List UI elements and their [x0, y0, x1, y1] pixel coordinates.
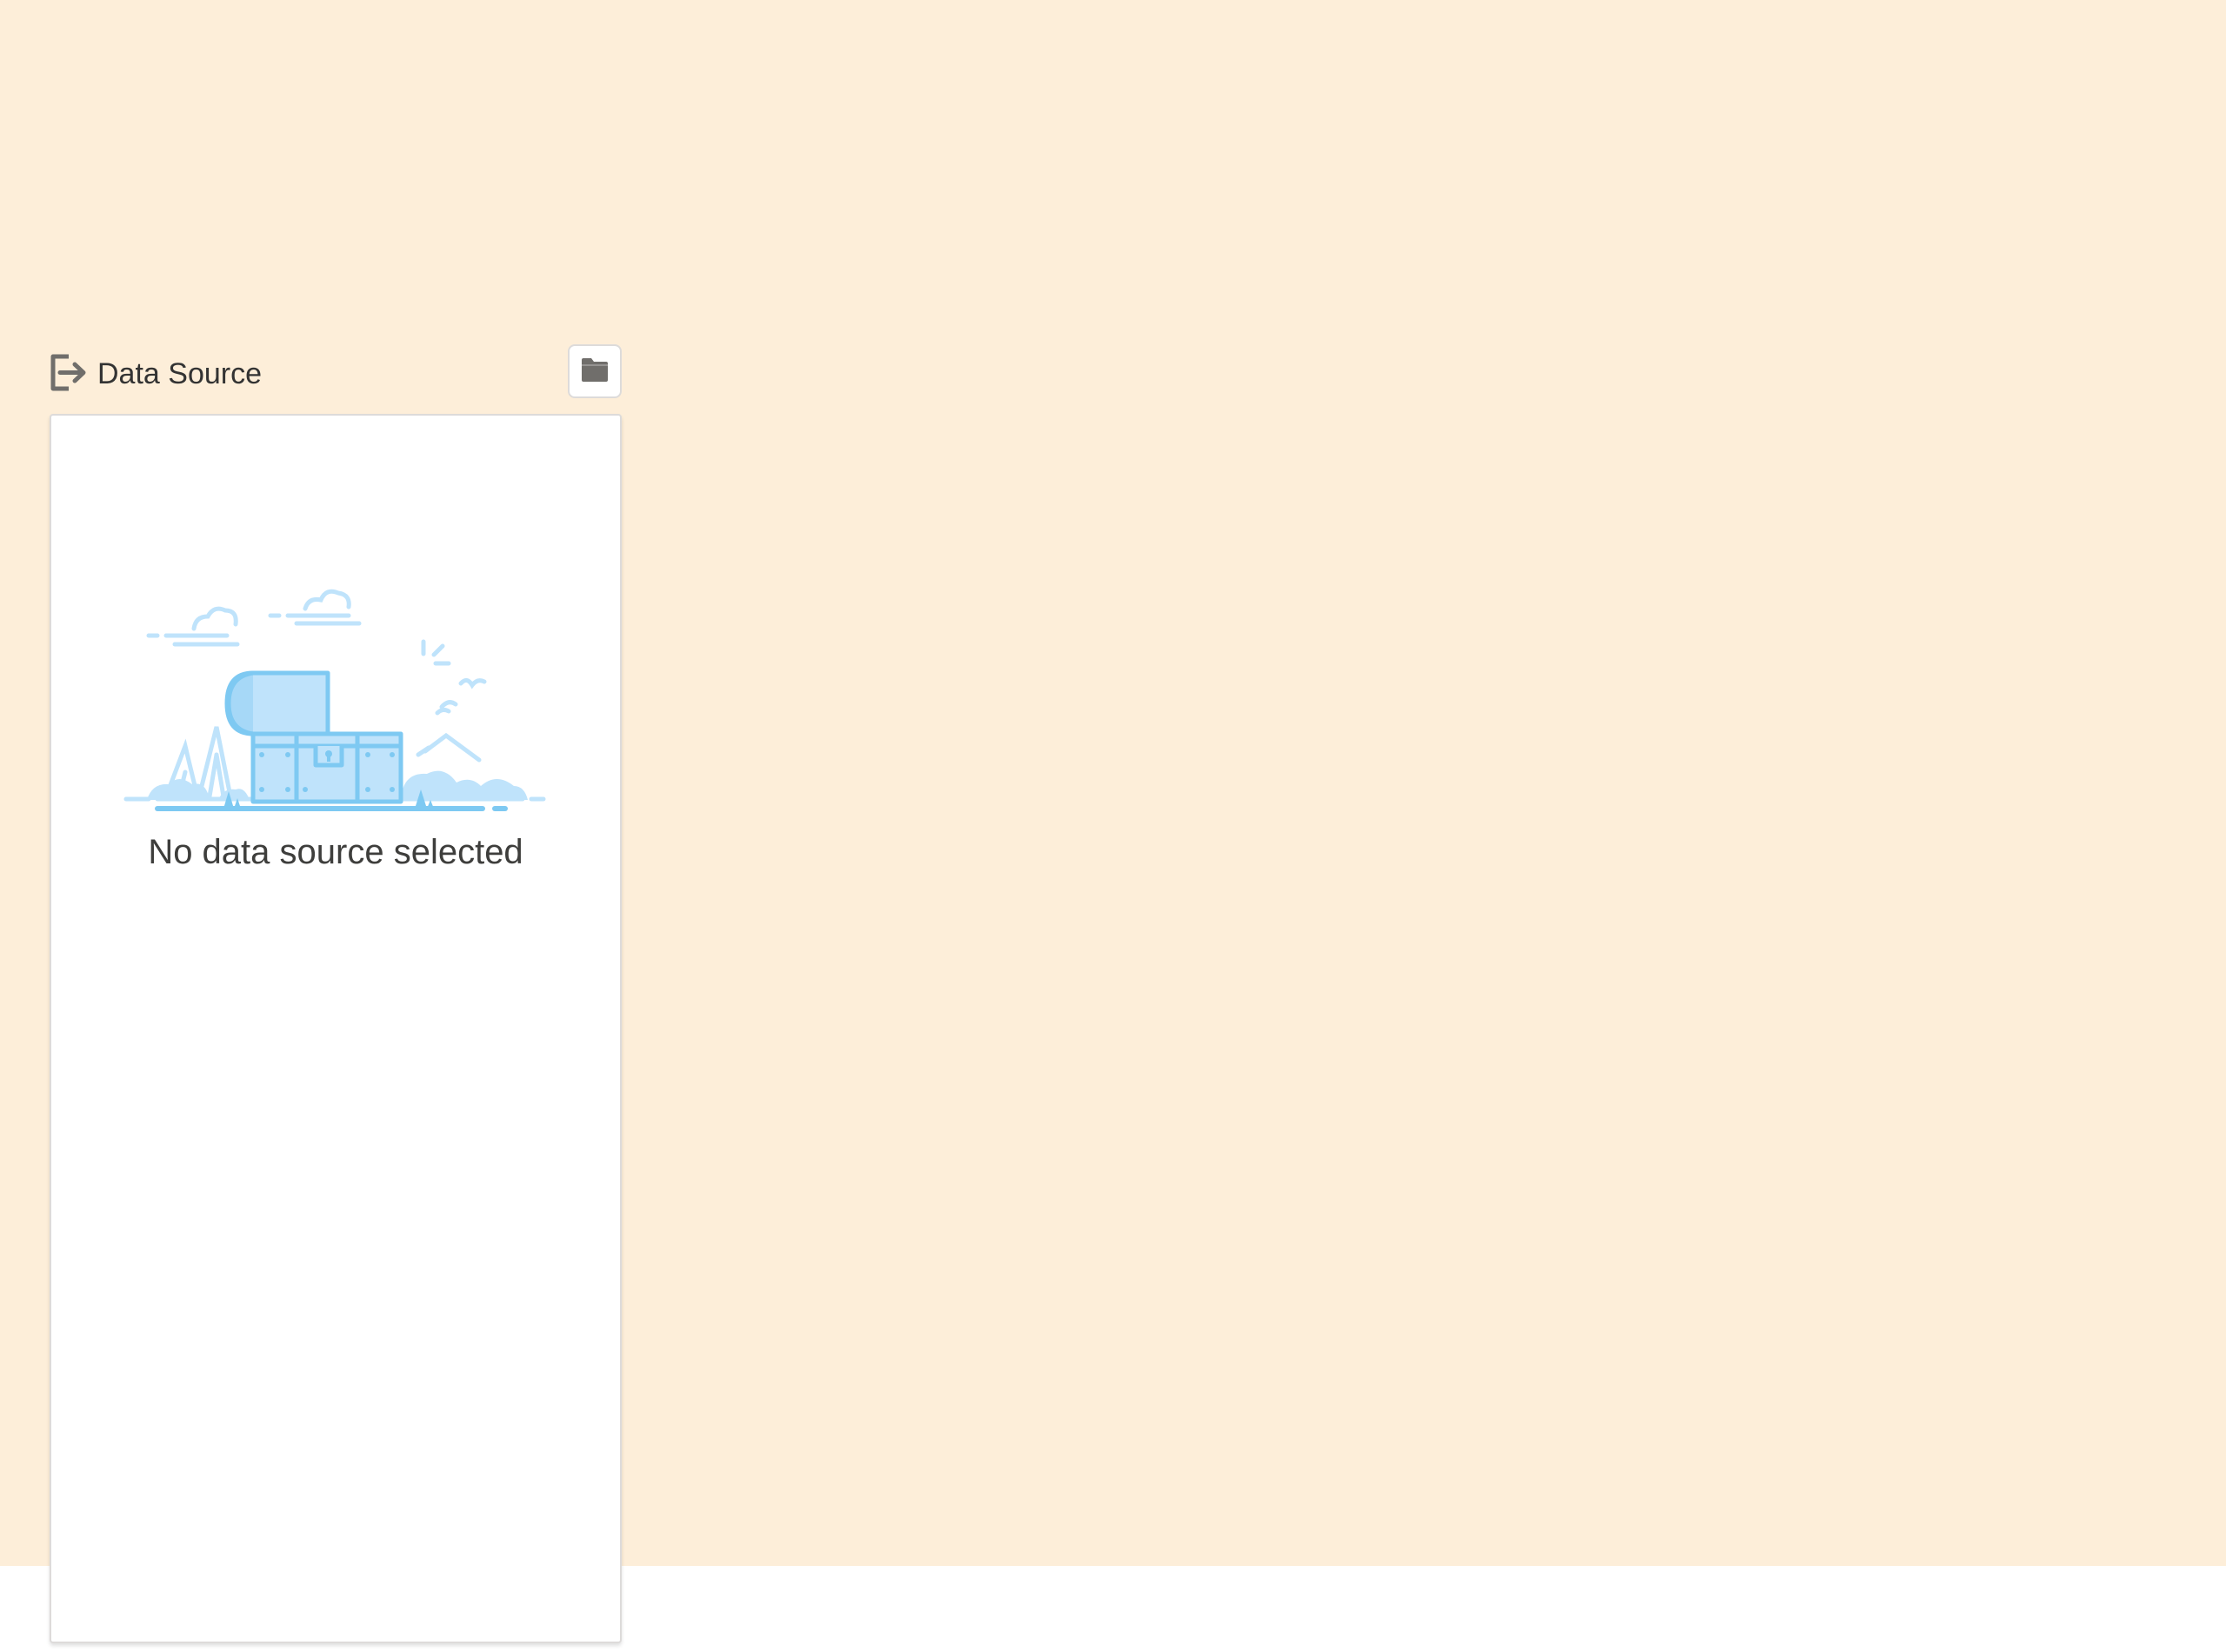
treasure-chest-illustration [123, 581, 554, 816]
sign-out-icon [50, 353, 89, 392]
empty-state-message: No data source selected [148, 833, 523, 871]
panel-header: Data Source [50, 344, 623, 400]
panel-title: Data Source [97, 357, 262, 390]
data-source-card: No data source selected [50, 414, 622, 1643]
open-folder-button[interactable] [568, 344, 622, 398]
folder-icon [580, 356, 610, 387]
